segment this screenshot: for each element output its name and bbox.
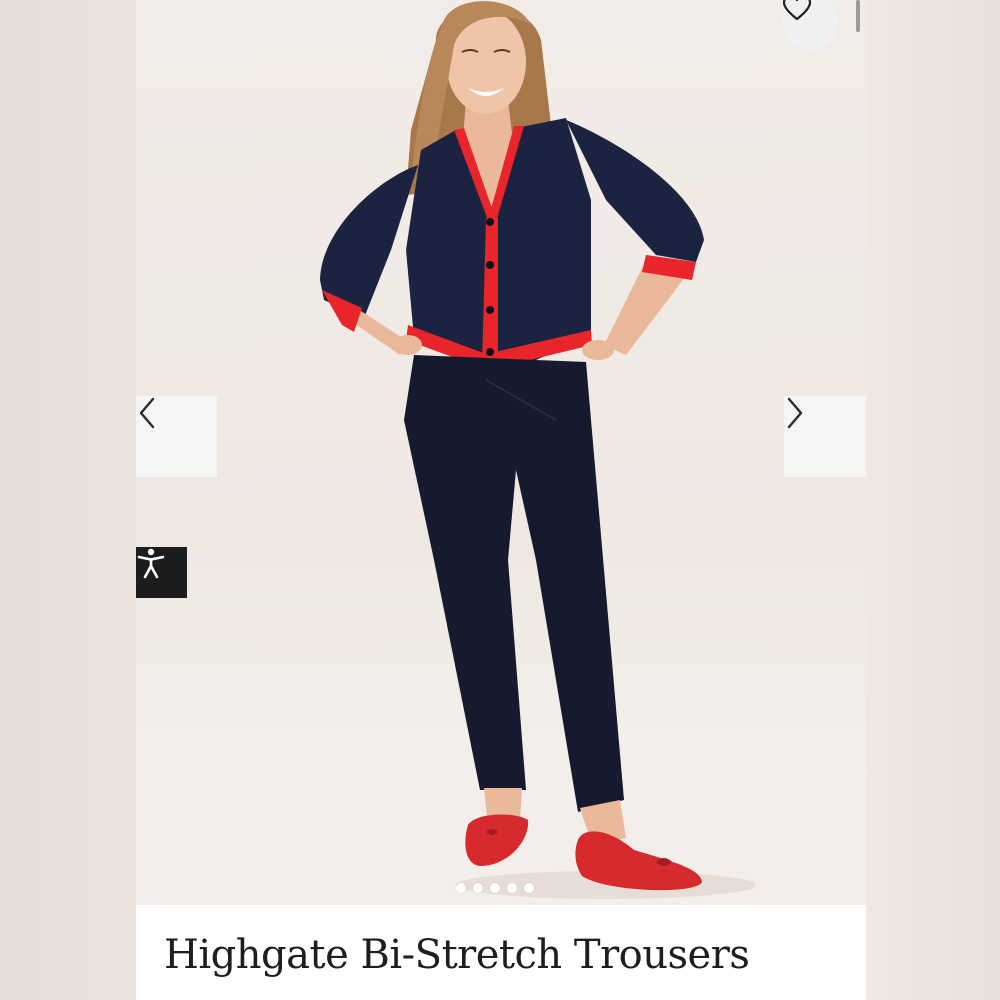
scrollbar-thumb[interactable] [856, 0, 860, 32]
model-illustration [136, 1, 866, 905]
pagination-dot[interactable] [490, 883, 500, 893]
left-backdrop [0, 0, 136, 1000]
chevron-right-icon [787, 397, 803, 429]
image-pagination [456, 883, 534, 893]
heart-outline-icon [782, 0, 812, 21]
pagination-dot[interactable] [524, 883, 534, 893]
pagination-dot[interactable] [456, 883, 466, 893]
product-title: Highgate Bi-Stretch Trousers [164, 932, 750, 978]
chevron-left-icon [139, 397, 155, 429]
accessibility-person-icon [137, 548, 165, 579]
pagination-dot[interactable] [473, 883, 483, 893]
right-backdrop [866, 0, 1000, 1000]
next-image-button[interactable] [784, 396, 866, 477]
product-image[interactable] [136, 0, 866, 905]
pagination-dot[interactable] [507, 883, 517, 893]
product-card: Highgate Bi-Stretch Trousers [136, 0, 866, 1000]
previous-image-button[interactable] [136, 396, 217, 477]
accessibility-button[interactable] [136, 547, 187, 598]
